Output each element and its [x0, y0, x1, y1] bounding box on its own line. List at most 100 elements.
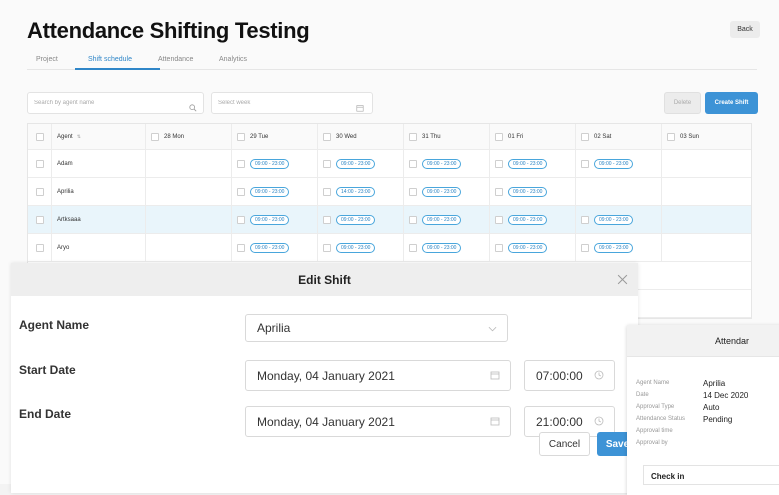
shift-cell[interactable]	[146, 234, 232, 261]
shift-badge[interactable]: 09:00 - 23:00	[508, 186, 548, 197]
shift-checkbox[interactable]	[323, 215, 331, 224]
shift-cell[interactable]: 09:00 - 23:00	[576, 206, 662, 233]
shift-badge[interactable]: 09:00 - 23:00	[250, 186, 290, 197]
shift-badge[interactable]: 09:00 - 23:00	[336, 158, 376, 169]
shift-checkbox[interactable]	[409, 215, 417, 224]
day-checkbox[interactable]	[151, 132, 159, 141]
day-checkbox[interactable]	[237, 132, 245, 141]
shift-cell[interactable]	[576, 178, 662, 205]
day-checkbox[interactable]	[495, 132, 503, 141]
row-checkbox[interactable]	[35, 215, 44, 224]
shift-badge[interactable]: 09:00 - 23:00	[422, 186, 462, 197]
shift-badge[interactable]: 09:00 - 23:00	[594, 242, 634, 253]
shift-cell[interactable]: 09:00 - 23:00	[490, 178, 576, 205]
shift-cell[interactable]: 09:00 - 23:00	[232, 178, 318, 205]
shift-cell[interactable]: 09:00 - 23:00	[318, 234, 404, 261]
shift-checkbox[interactable]	[237, 215, 245, 224]
shift-checkbox[interactable]	[237, 187, 245, 196]
shift-badge[interactable]: 09:00 - 23:00	[422, 214, 462, 225]
shift-cell[interactable]: 14:00 - 23:00	[318, 178, 404, 205]
sort-icon[interactable]: ⇅	[77, 134, 81, 140]
row-checkbox[interactable]	[35, 159, 44, 168]
shift-cell[interactable]	[146, 178, 232, 205]
shift-checkbox[interactable]	[323, 243, 331, 252]
calendar-icon[interactable]	[356, 99, 364, 117]
shift-cell[interactable]	[662, 234, 748, 261]
tab-project[interactable]: Project	[36, 56, 58, 63]
back-button[interactable]: Back	[730, 21, 760, 38]
shift-cell[interactable]	[662, 150, 748, 177]
shift-badge[interactable]: 14:00 - 23:00	[336, 186, 376, 197]
shift-badge[interactable]: 09:00 - 23:00	[250, 242, 290, 253]
agent-name: Artksaaa	[57, 216, 81, 223]
select-all-checkbox[interactable]	[35, 132, 44, 141]
shift-checkbox[interactable]	[495, 159, 503, 168]
tab-shift-schedule[interactable]: Shift schedule	[88, 56, 132, 63]
shift-cell[interactable]: 09:00 - 23:00	[490, 206, 576, 233]
shift-checkbox[interactable]	[237, 243, 245, 252]
shift-cell[interactable]: 09:00 - 23:00	[576, 234, 662, 261]
day-checkbox[interactable]	[409, 132, 417, 141]
shift-cell[interactable]: 09:00 - 23:00	[404, 178, 490, 205]
shift-checkbox[interactable]	[237, 159, 245, 168]
shift-cell[interactable]	[662, 206, 748, 233]
end-date-picker[interactable]: Monday, 04 January 2021	[245, 406, 511, 437]
shift-cell[interactable]: 09:00 - 23:00	[490, 234, 576, 261]
shift-cell[interactable]: 09:00 - 23:00	[318, 150, 404, 177]
search-icon[interactable]	[189, 99, 197, 117]
tab-analytics[interactable]: Analytics	[219, 56, 247, 63]
end-date-value: Monday, 04 January 2021	[257, 414, 395, 429]
start-time-picker[interactable]: 07:00:00	[524, 360, 615, 391]
day-checkbox[interactable]	[323, 132, 331, 141]
row-checkbox[interactable]	[35, 243, 44, 252]
shift-badge[interactable]: 09:00 - 23:00	[250, 214, 290, 225]
shift-cell[interactable]: 09:00 - 23:00	[404, 150, 490, 177]
shift-badge[interactable]: 09:00 - 23:00	[594, 158, 634, 169]
shift-cell[interactable]: 09:00 - 23:00	[490, 150, 576, 177]
field-value: 14 Dec 2020	[703, 391, 749, 400]
week-input[interactable]	[218, 93, 368, 113]
shift-checkbox[interactable]	[581, 243, 589, 252]
shift-badge[interactable]: 09:00 - 23:00	[336, 242, 376, 253]
shift-cell[interactable]	[146, 150, 232, 177]
shift-checkbox[interactable]	[409, 187, 417, 196]
shift-checkbox[interactable]	[409, 159, 417, 168]
shift-checkbox[interactable]	[581, 159, 589, 168]
day-checkbox[interactable]	[581, 132, 589, 141]
shift-badge[interactable]: 09:00 - 23:00	[508, 242, 548, 253]
field-label: Approval time	[636, 428, 673, 434]
delete-button[interactable]: Delete	[664, 92, 701, 114]
agent-select[interactable]: Aprilia	[245, 314, 508, 342]
shift-checkbox[interactable]	[495, 187, 503, 196]
shift-badge[interactable]: 09:00 - 23:00	[422, 242, 462, 253]
start-date-picker[interactable]: Monday, 04 January 2021	[245, 360, 511, 391]
shift-checkbox[interactable]	[323, 159, 331, 168]
shift-badge[interactable]: 09:00 - 23:00	[336, 214, 376, 225]
shift-badge[interactable]: 09:00 - 23:00	[422, 158, 462, 169]
search-input[interactable]	[34, 93, 184, 113]
shift-checkbox[interactable]	[495, 215, 503, 224]
tab-attendance[interactable]: Attendance	[158, 56, 193, 63]
shift-cell[interactable]: 09:00 - 23:00	[232, 206, 318, 233]
shift-checkbox[interactable]	[581, 215, 589, 224]
cancel-button[interactable]: Cancel	[539, 432, 590, 456]
shift-cell[interactable]: 09:00 - 23:00	[318, 206, 404, 233]
shift-cell[interactable]: 09:00 - 23:00	[404, 206, 490, 233]
shift-badge[interactable]: 09:00 - 23:00	[508, 214, 548, 225]
shift-badge[interactable]: 09:00 - 23:00	[508, 158, 548, 169]
shift-cell[interactable]: 09:00 - 23:00	[404, 234, 490, 261]
shift-badge[interactable]: 09:00 - 23:00	[250, 158, 290, 169]
day-checkbox[interactable]	[667, 132, 675, 141]
shift-cell[interactable]	[146, 206, 232, 233]
close-icon[interactable]	[617, 272, 628, 290]
shift-checkbox[interactable]	[409, 243, 417, 252]
shift-badge[interactable]: 09:00 - 23:00	[594, 214, 634, 225]
shift-cell[interactable]: 09:00 - 23:00	[576, 150, 662, 177]
shift-checkbox[interactable]	[495, 243, 503, 252]
shift-cell[interactable]	[662, 178, 748, 205]
create-shift-button[interactable]: Create Shift	[705, 92, 758, 114]
row-checkbox[interactable]	[35, 187, 44, 196]
shift-cell[interactable]: 09:00 - 23:00	[232, 234, 318, 261]
shift-cell[interactable]: 09:00 - 23:00	[232, 150, 318, 177]
shift-checkbox[interactable]	[323, 187, 331, 196]
